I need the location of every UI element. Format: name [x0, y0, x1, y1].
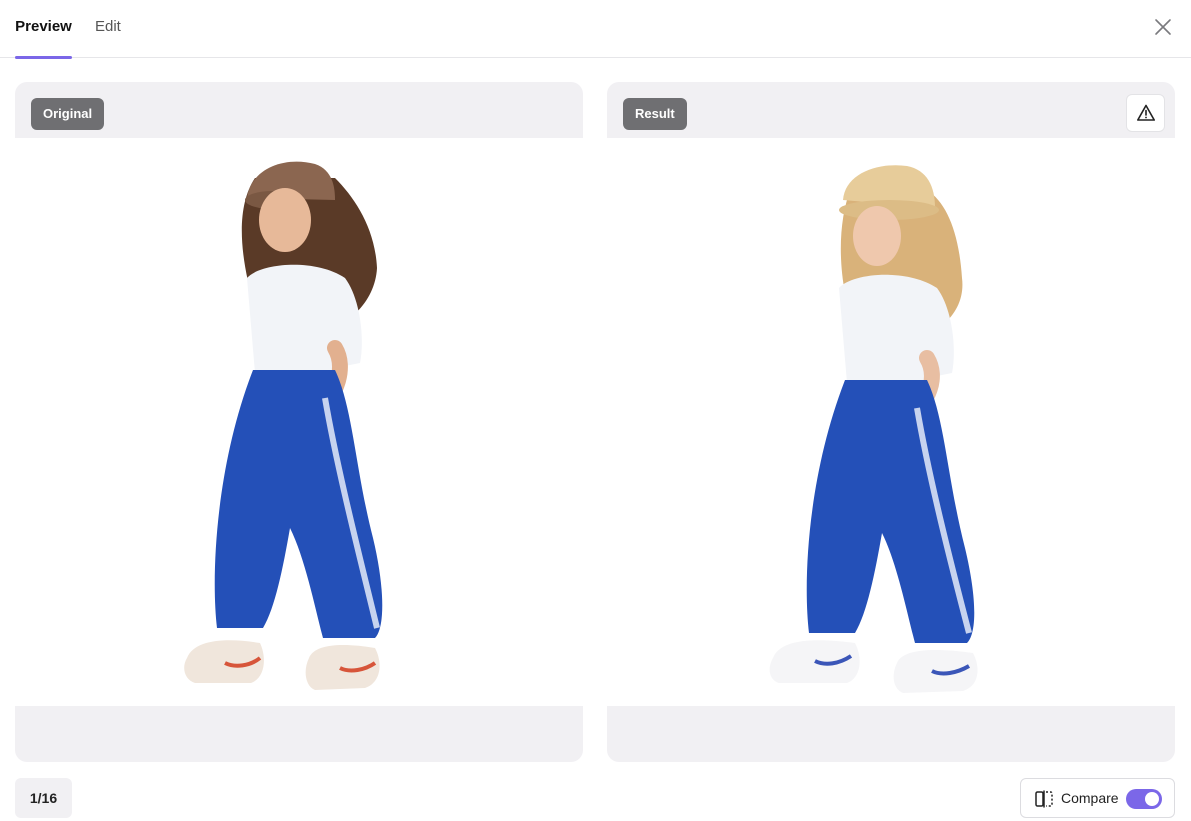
result-image[interactable] [607, 138, 1175, 706]
compare-split-icon [1035, 790, 1053, 808]
compare-toggle-button[interactable]: Compare [1020, 778, 1175, 818]
top-bar: Preview Edit [0, 0, 1191, 59]
original-panel: Original [15, 82, 583, 762]
original-badge: Original [31, 98, 105, 130]
close-icon [1155, 19, 1171, 35]
original-image[interactable] [15, 138, 583, 706]
result-panel: Result [607, 82, 1175, 762]
compare-label: Compare [1061, 790, 1119, 806]
tab-preview[interactable]: Preview [15, 0, 72, 59]
tab-edit[interactable]: Edit [95, 0, 121, 58]
original-figure-illustration [184, 161, 383, 690]
close-button[interactable] [1151, 15, 1175, 39]
report-warning-button[interactable] [1126, 94, 1165, 132]
warning-icon [1136, 104, 1155, 121]
result-badge: Result [623, 98, 687, 130]
page-counter: 1/16 [15, 778, 72, 818]
result-figure-illustration [769, 165, 978, 693]
compare-switch-knob [1145, 792, 1159, 806]
compare-switch[interactable] [1126, 789, 1162, 809]
